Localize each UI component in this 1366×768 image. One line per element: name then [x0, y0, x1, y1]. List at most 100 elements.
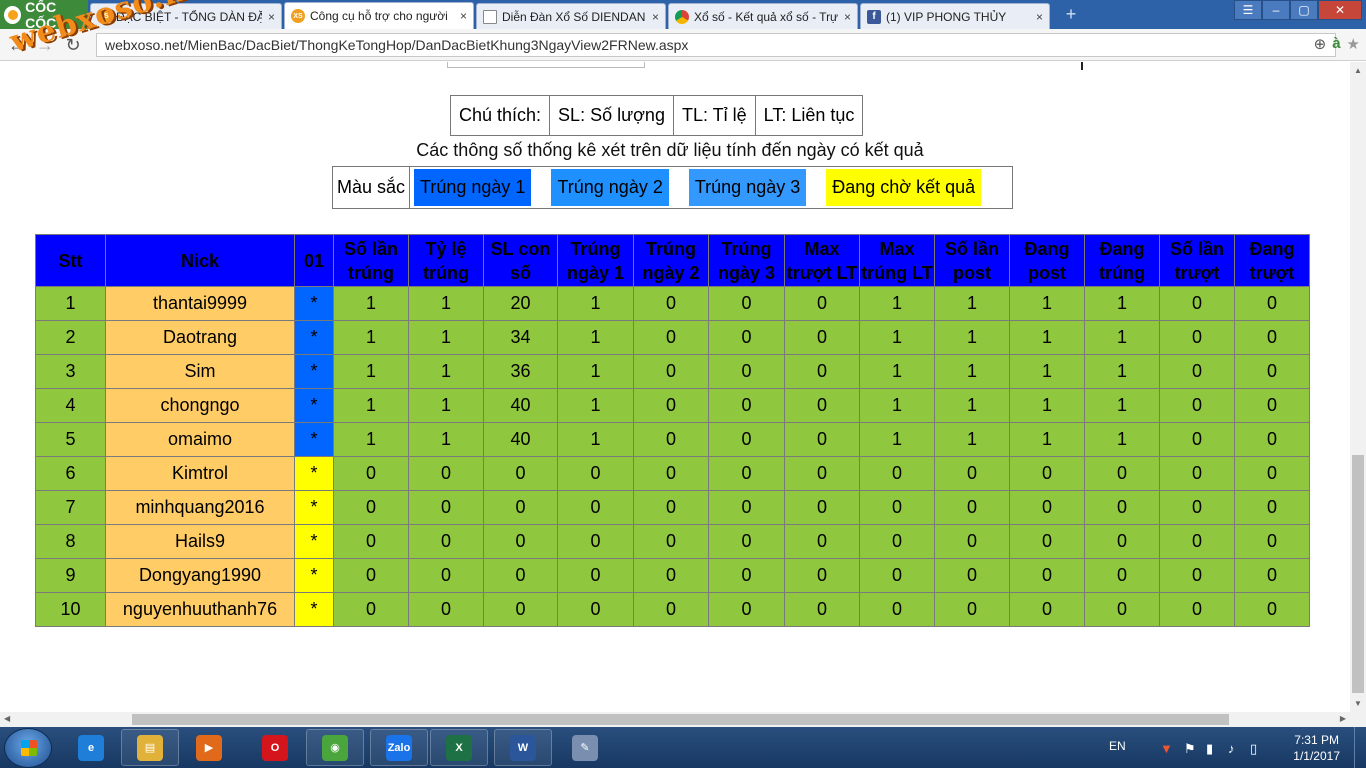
tab-label: Diễn Đàn Xổ Số DIENDAN: [502, 9, 646, 24]
close-tab-icon[interactable]: ×: [268, 10, 275, 24]
language-indicator[interactable]: EN: [1109, 739, 1126, 753]
header-so-lan-trung[interactable]: Số lần trúng: [333, 234, 409, 287]
swatch-day-2: Trúng ngày 2: [551, 169, 669, 206]
vertical-scroll-thumb[interactable]: [1352, 455, 1364, 693]
cell-trung-ngay-1: 0: [557, 524, 634, 559]
taskbar-app-zalo[interactable]: Zalo: [370, 729, 428, 766]
bookmark-star-icon[interactable]: ★: [1347, 35, 1360, 53]
header-col-01[interactable]: 01: [294, 234, 334, 287]
taskbar-app-excel[interactable]: X: [430, 729, 488, 766]
taskbar-app-coccoc[interactable]: ◉: [306, 729, 364, 766]
cell-nick[interactable]: minhquang2016: [105, 490, 295, 525]
minimize-icon[interactable]: –: [1262, 0, 1290, 20]
cell-nick[interactable]: thantai9999: [105, 286, 295, 321]
vertical-scrollbar[interactable]: ▲ ▼: [1350, 62, 1366, 712]
xs-icon: XS: [291, 9, 305, 23]
cell-dang-truot: 0: [1234, 320, 1310, 355]
taskbar-app-media-player[interactable]: ▶: [180, 729, 238, 766]
scroll-left-icon[interactable]: ◀: [4, 714, 10, 723]
cell-so-lan-post: 1: [934, 354, 1010, 389]
start-button[interactable]: [4, 728, 52, 768]
cell-trung-ngay-1: 0: [557, 456, 634, 491]
cell-so-lan-post: 0: [934, 456, 1010, 491]
taskbar-app-file-explorer[interactable]: ▤: [121, 729, 179, 766]
tab-label: Xổ số - Kết quả xổ số - Trực: [694, 9, 838, 24]
cell-stt: 6: [35, 456, 106, 491]
cell-nick[interactable]: Sim: [105, 354, 295, 389]
taskbar-app-ie[interactable]: e: [62, 729, 120, 766]
document-icon: [483, 9, 497, 24]
cell-nick[interactable]: Kimtrol: [105, 456, 295, 491]
cell-dang-trung: 1: [1084, 388, 1160, 423]
translate-icon[interactable]: à: [1332, 35, 1340, 53]
volume-icon[interactable]: ♪: [1228, 741, 1235, 756]
battery-icon[interactable]: ▯: [1250, 741, 1257, 757]
cell-nick[interactable]: Hails9: [105, 524, 295, 559]
cell-dang-post: 1: [1009, 422, 1085, 457]
cell-nick[interactable]: Dongyang1990: [105, 558, 295, 593]
cell-dang-trung: 0: [1084, 524, 1160, 559]
taskbar-app-opera[interactable]: O: [246, 729, 304, 766]
cell-dang-post: 0: [1009, 456, 1085, 491]
header-trung-ngay-3[interactable]: Trúng ngày 3: [708, 234, 785, 287]
cell-dang-post: 1: [1009, 286, 1085, 321]
cell-nick[interactable]: omaimo: [105, 422, 295, 457]
maximize-icon[interactable]: ▢: [1290, 0, 1318, 20]
header-stt[interactable]: Stt: [35, 234, 106, 287]
header-trung-ngay-2[interactable]: Trúng ngày 2: [633, 234, 709, 287]
cell-stt: 9: [35, 558, 106, 593]
horizontal-scroll-thumb[interactable]: [132, 714, 1229, 725]
clock[interactable]: 7:31 PM 1/1/2017: [1293, 732, 1340, 764]
zoom-icon[interactable]: ⊕: [1314, 35, 1327, 53]
clock-date: 1/1/2017: [1293, 749, 1340, 763]
scroll-up-icon[interactable]: ▲: [1350, 66, 1366, 75]
close-tab-icon[interactable]: ×: [1036, 10, 1043, 24]
flag-icon[interactable]: ⚑: [1184, 741, 1196, 757]
cutoff-box: [447, 62, 645, 68]
header-so-lan-post[interactable]: Số lần post: [934, 234, 1010, 287]
window-controls: ☰ – ▢ ✕: [1234, 0, 1362, 20]
header-nick[interactable]: Nick: [105, 234, 295, 287]
scroll-down-icon[interactable]: ▼: [1350, 699, 1366, 708]
header-max-truot-lt[interactable]: Max trượt LT: [784, 234, 860, 287]
new-tab-icon[interactable]: +: [1062, 5, 1080, 23]
cell-dang-truot: 0: [1234, 524, 1310, 559]
tab-xo-so[interactable]: Xổ số - Kết quả xổ số - Trực ×: [668, 3, 858, 29]
cell-nick[interactable]: chongngo: [105, 388, 295, 423]
header-ty-le-trung[interactable]: Tỷ lệ trúng: [408, 234, 484, 287]
header-sl-con-so[interactable]: SL con số: [483, 234, 558, 287]
menu-icon[interactable]: ☰: [1234, 0, 1262, 20]
cell-sl-con-so: 0: [483, 524, 558, 559]
cell-max-trung-lt: 1: [859, 286, 935, 321]
taskbar-app-word[interactable]: W: [494, 729, 552, 766]
cell-trung-ngay-1: 1: [557, 354, 634, 389]
cell-nick[interactable]: nguyenhuuthanh76: [105, 592, 295, 627]
url-input[interactable]: webxoso.net/MienBac/DacBiet/ThongKeTongH…: [96, 33, 1336, 57]
cell-so-lan-trung: 1: [333, 422, 409, 457]
header-dang-post[interactable]: Đang post: [1009, 234, 1085, 287]
tab-dien-dan[interactable]: Diễn Đàn Xổ Số DIENDAN ×: [476, 3, 666, 29]
scroll-right-icon[interactable]: ▶: [1340, 714, 1346, 723]
horizontal-scrollbar[interactable]: ◀ ▶: [0, 712, 1366, 727]
cell-ty-le-trung: 0: [408, 490, 484, 525]
header-trung-ngay-1[interactable]: Trúng ngày 1: [557, 234, 634, 287]
close-tab-icon[interactable]: ×: [460, 9, 467, 23]
header-dang-truot[interactable]: Đang trượt: [1234, 234, 1310, 287]
cell-trung-ngay-3: 0: [708, 320, 785, 355]
close-tab-icon[interactable]: ×: [844, 10, 851, 24]
tab-cong-cu[interactable]: XS Công cụ hỗ trợ cho người ×: [284, 2, 474, 29]
cell-col-01: *: [294, 592, 334, 627]
close-tab-icon[interactable]: ×: [652, 10, 659, 24]
cell-nick[interactable]: Daotrang: [105, 320, 295, 355]
antivirus-icon[interactable]: ▼: [1160, 741, 1173, 756]
cell-dang-truot: 0: [1234, 354, 1310, 389]
network-icon[interactable]: ▮: [1206, 741, 1213, 757]
table-row: 5 omaimo * 1 1 40 1 0 0 0 1 1 1 1 0 0: [35, 422, 1310, 457]
header-max-trung-lt[interactable]: Max trúng LT: [859, 234, 935, 287]
taskbar-app-paint[interactable]: ✎: [556, 729, 614, 766]
show-desktop-button[interactable]: [1354, 727, 1366, 768]
header-dang-trung[interactable]: Đang trúng: [1084, 234, 1160, 287]
tab-vip-phong-thuy[interactable]: f (1) VIP PHONG THỦY ×: [860, 3, 1050, 29]
header-so-lan-truot[interactable]: Số lần trượt: [1159, 234, 1235, 287]
close-window-icon[interactable]: ✕: [1318, 0, 1362, 20]
